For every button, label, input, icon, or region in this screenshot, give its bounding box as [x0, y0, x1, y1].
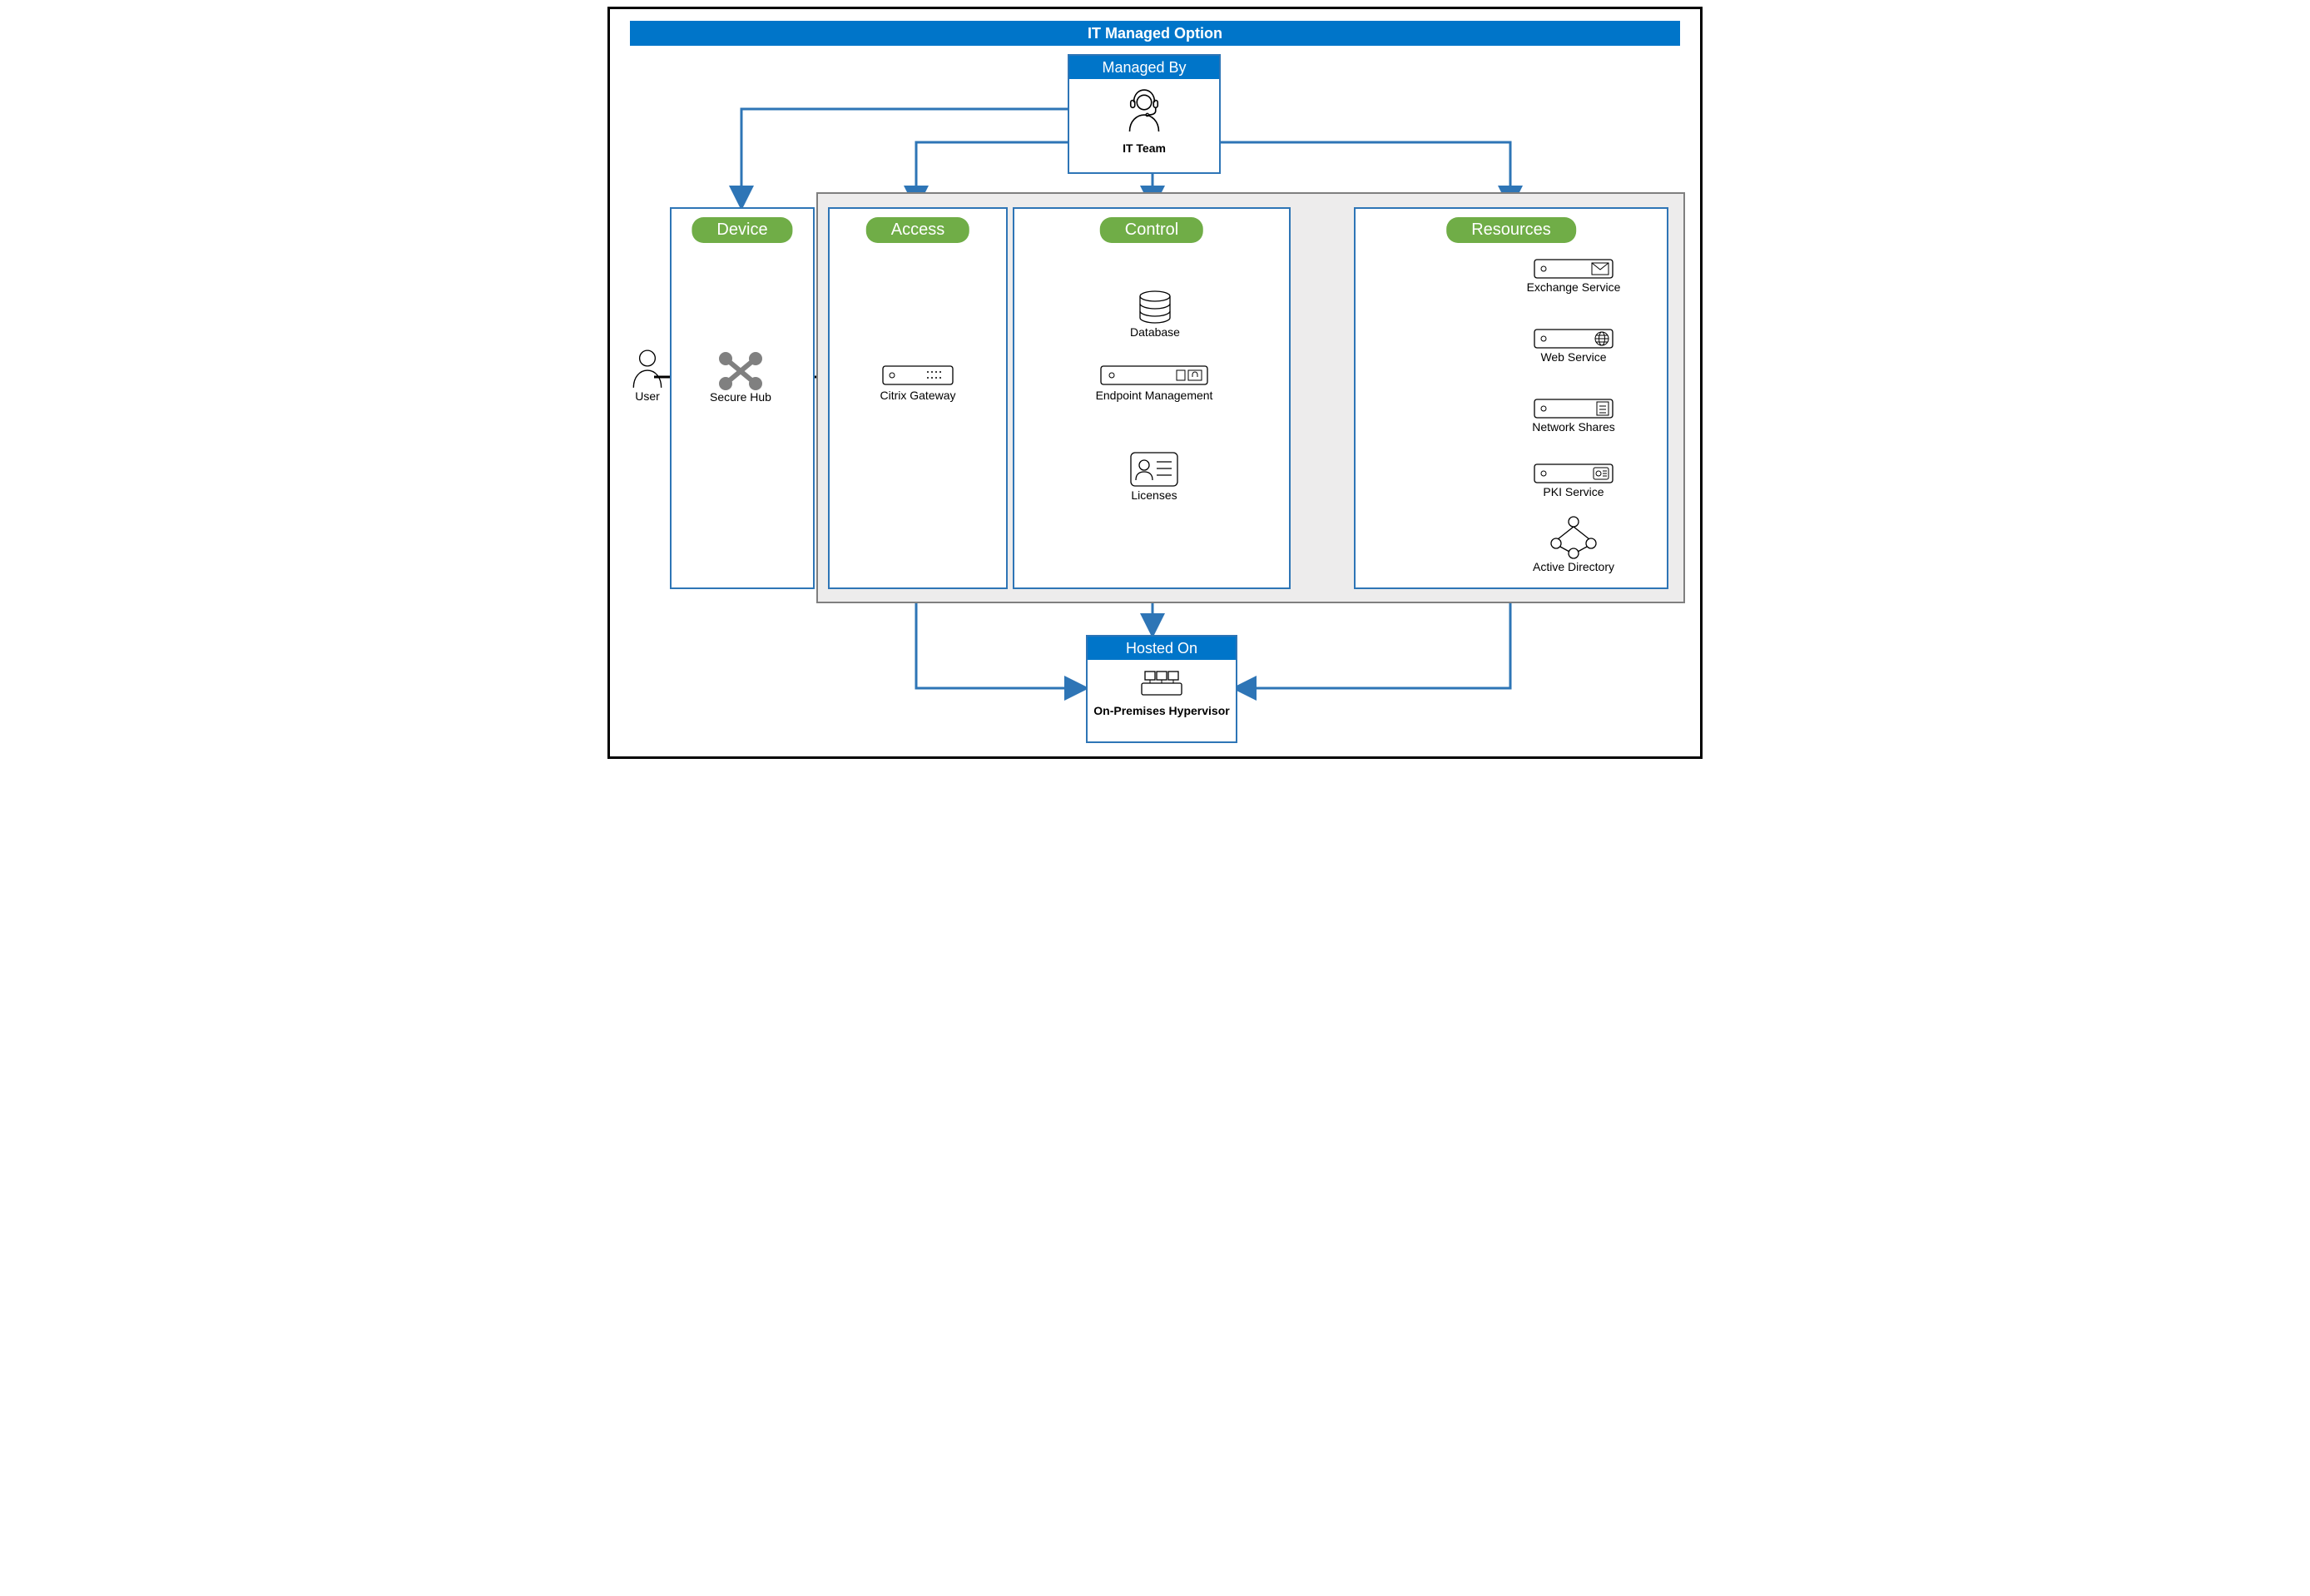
node-licenses: Licenses	[1113, 452, 1196, 502]
card-managed-by: Managed By IT Team	[1068, 54, 1221, 174]
node-user: User	[618, 348, 677, 403]
secure-hub-label: Secure Hub	[693, 390, 788, 404]
headset-person-icon	[1119, 86, 1169, 136]
web-icon	[1534, 329, 1614, 350]
licenses-label: Licenses	[1113, 488, 1196, 502]
node-citrix-gateway: Citrix Gateway	[860, 365, 976, 402]
pill-access: Access	[866, 217, 969, 243]
ad-icon	[1548, 515, 1599, 560]
node-database: Database	[1118, 290, 1192, 339]
node-web: Web Service	[1499, 329, 1648, 364]
node-secure-hub: Secure Hub	[693, 352, 788, 404]
title-bar: IT Managed Option	[630, 21, 1680, 46]
exchange-label: Exchange Service	[1499, 280, 1648, 294]
database-icon	[1137, 290, 1173, 325]
card-header: Managed By	[1069, 56, 1219, 79]
node-pki: PKI Service	[1499, 463, 1648, 498]
gateway-icon	[882, 365, 954, 389]
node-exchange: Exchange Service	[1499, 259, 1648, 294]
gateway-label: Citrix Gateway	[860, 389, 976, 402]
license-icon	[1130, 452, 1178, 488]
user-icon	[629, 348, 666, 389]
pill-device: Device	[692, 217, 792, 243]
ad-label: Active Directory	[1499, 560, 1648, 573]
database-label: Database	[1118, 325, 1192, 339]
pki-label: PKI Service	[1499, 485, 1648, 498]
user-label: User	[618, 389, 677, 403]
managed-by-label: IT Team	[1074, 141, 1214, 155]
hosted-on-label: On-Premises Hypervisor	[1093, 704, 1231, 718]
pill-resources: Resources	[1446, 217, 1576, 243]
node-shares: Network Shares	[1499, 399, 1648, 434]
endpoint-label: Endpoint Management	[1073, 389, 1236, 402]
hypervisor-icon	[1138, 667, 1185, 700]
diagram-frame: IT Managed Option	[607, 7, 1703, 759]
pill-control: Control	[1100, 217, 1203, 243]
secure-hub-icon	[719, 352, 762, 390]
exchange-icon	[1534, 259, 1614, 280]
web-label: Web Service	[1499, 350, 1648, 364]
pki-icon	[1534, 463, 1614, 485]
card-header: Hosted On	[1088, 637, 1236, 660]
node-endpoint-mgmt: Endpoint Management	[1073, 365, 1236, 402]
card-hosted-on: Hosted On On-Premises Hypervisor	[1086, 635, 1237, 743]
server-icon	[1100, 365, 1208, 389]
node-ad: Active Directory	[1499, 515, 1648, 573]
shares-icon	[1534, 399, 1614, 420]
shares-label: Network Shares	[1499, 420, 1648, 434]
